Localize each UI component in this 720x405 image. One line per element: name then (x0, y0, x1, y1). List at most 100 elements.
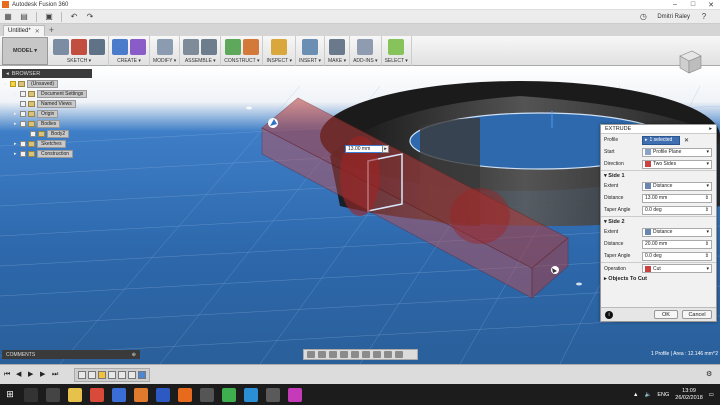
visibility-bulb-icon[interactable] (20, 100, 26, 107)
visibility-bulb-icon[interactable] (20, 90, 26, 97)
new-tab-icon[interactable]: + (49, 25, 54, 36)
tool-icon[interactable] (224, 39, 241, 55)
tool-icon[interactable] (301, 39, 318, 55)
tool-icon[interactable] (156, 39, 173, 55)
objects-to-cut-header[interactable]: ▸ Objects To Cut (601, 274, 716, 284)
tool-group-label[interactable]: SELECT ▾ (385, 58, 408, 65)
browser-item[interactable]: ▸ Named Views (2, 99, 92, 108)
spinner-icon[interactable]: ⇕ (705, 253, 709, 259)
language-indicator[interactable]: ENG (657, 392, 669, 398)
extrude-dialog-header[interactable]: EXTRUDE ▸ (601, 125, 716, 134)
side2-section-header[interactable]: ▾ Side 2 (601, 216, 716, 226)
app-icon[interactable] (266, 387, 280, 402)
tool-icon[interactable] (242, 39, 259, 55)
close-tab-icon[interactable]: ✕ (35, 28, 40, 35)
task-view-icon[interactable] (46, 387, 60, 402)
search-icon[interactable] (24, 387, 38, 402)
workspace-switcher[interactable]: MODEL ▾ (2, 37, 48, 65)
timeline-settings-icon[interactable]: ⚙ (706, 371, 714, 379)
side1-extent-dropdown[interactable]: Distance ▾ (642, 181, 712, 191)
browser-item[interactable]: ▸ Bodies (2, 119, 92, 128)
distance-spinner-icon[interactable]: ▸ (382, 145, 389, 153)
play-icon[interactable]: ▶ (28, 371, 36, 379)
side2-taper-field[interactable]: 0.0 deg ⇕ (642, 251, 712, 261)
timeline-feature[interactable] (98, 370, 106, 379)
start-button-icon[interactable]: ⊞ (0, 384, 20, 405)
dialog-collapse-icon[interactable]: ▸ (709, 126, 712, 132)
browser-item[interactable]: ▸ Sketches (2, 139, 92, 148)
side1-distance-field[interactable]: 13.00 mm ⇕ (642, 193, 712, 203)
tool-group-label[interactable]: MAKE ▾ (328, 58, 346, 65)
browser-item[interactable]: ▸ (Unsaved) (2, 79, 92, 88)
profile-selection[interactable]: ▸ 1 selected (642, 135, 680, 145)
help-icon[interactable]: ? (698, 12, 710, 22)
file-explorer-icon[interactable] (68, 387, 82, 402)
timeline-feature[interactable] (88, 370, 96, 379)
tool-group-label[interactable]: ASSEMBLE ▾ (185, 58, 216, 65)
go-to-end-icon[interactable]: ⏭ (52, 371, 60, 379)
tool-icon[interactable] (388, 39, 405, 55)
step-forward-icon[interactable]: ▶ (40, 371, 48, 379)
collapse-panel-icon[interactable]: ◂ (6, 71, 9, 77)
cancel-button[interactable]: Cancel (682, 310, 712, 319)
view-cube[interactable] (676, 48, 704, 76)
tool-icon[interactable] (201, 39, 218, 55)
clear-selection-icon[interactable]: ✕ (684, 137, 689, 144)
distance-input[interactable]: 13.00 mm ▸ (345, 145, 389, 153)
visibility-bulb-icon[interactable] (20, 110, 26, 117)
spinner-icon[interactable]: ⇕ (705, 241, 709, 247)
look-at-icon[interactable] (318, 351, 326, 358)
viewports-icon[interactable] (395, 351, 403, 358)
browser-item[interactable]: Body2 (2, 129, 92, 138)
document-tab[interactable]: Untitled* ✕ (3, 25, 45, 36)
tool-icon[interactable] (271, 39, 288, 55)
close-window-button[interactable]: ✕ (702, 1, 720, 9)
tool-icon[interactable] (89, 39, 105, 55)
side1-taper-field[interactable]: 0.0 deg ⇕ (642, 205, 712, 215)
ok-button[interactable]: OK (654, 310, 678, 319)
tool-icon[interactable] (357, 39, 374, 55)
tool-group-label[interactable]: CREATE ▾ (117, 58, 141, 65)
whatsapp-icon[interactable] (222, 387, 236, 402)
visibility-bulb-icon[interactable] (10, 80, 16, 87)
add-comment-icon[interactable]: ⊕ (132, 352, 136, 358)
tool-icon[interactable] (112, 39, 128, 55)
tool-group-label[interactable]: SKETCH ▾ (67, 58, 91, 65)
spinner-icon[interactable]: ⇕ (705, 195, 709, 201)
redo-icon[interactable]: ↷ (84, 12, 96, 22)
vlc-icon[interactable] (134, 387, 148, 402)
grid-menu-icon[interactable]: ▦ (2, 12, 14, 22)
timeline-feature[interactable] (128, 370, 136, 379)
side2-extent-dropdown[interactable]: Distance ▾ (642, 227, 712, 237)
orbit-icon[interactable] (307, 351, 315, 358)
tool-group-label[interactable]: MODIFY ▾ (153, 58, 176, 65)
fusion-360-taskbar-icon[interactable] (178, 387, 192, 402)
visibility-bulb-icon[interactable] (20, 140, 26, 147)
grid-settings-icon[interactable] (384, 351, 392, 358)
tool-icon[interactable] (71, 39, 87, 55)
tool-group-label[interactable]: INSERT ▾ (299, 58, 321, 65)
timeline-feature[interactable] (118, 370, 126, 379)
job-status-icon[interactable]: ◷ (637, 12, 649, 22)
spinner-icon[interactable]: ⇕ (705, 207, 709, 213)
comments-panel[interactable]: COMMENTS ⊕ (2, 350, 140, 359)
go-to-start-icon[interactable]: ⏮ (4, 371, 12, 379)
pan-icon[interactable] (329, 351, 337, 358)
tool-group-label[interactable]: INSPECT ▾ (266, 58, 291, 65)
file-menu-icon[interactable]: ▤ (18, 12, 30, 22)
save-icon[interactable]: ▣ (43, 12, 55, 22)
network-icon[interactable]: ▲ (633, 392, 638, 398)
timeline-marker[interactable] (138, 370, 146, 379)
browser-item[interactable]: ▸ Origin (2, 109, 92, 118)
display-settings-icon[interactable] (373, 351, 381, 358)
visibility-bulb-icon[interactable] (20, 150, 26, 157)
zoom-window-icon[interactable] (362, 351, 370, 358)
telegram-icon[interactable] (244, 387, 258, 402)
direction-dropdown[interactable]: Two Sides ▾ (642, 159, 712, 169)
timeline-feature[interactable] (78, 370, 86, 379)
photoshop-icon[interactable] (156, 387, 170, 402)
minimize-button[interactable]: – (666, 1, 684, 8)
tool-icon[interactable] (130, 39, 146, 55)
undo-icon[interactable]: ↶ (68, 12, 80, 22)
tool-icon[interactable] (53, 39, 69, 55)
